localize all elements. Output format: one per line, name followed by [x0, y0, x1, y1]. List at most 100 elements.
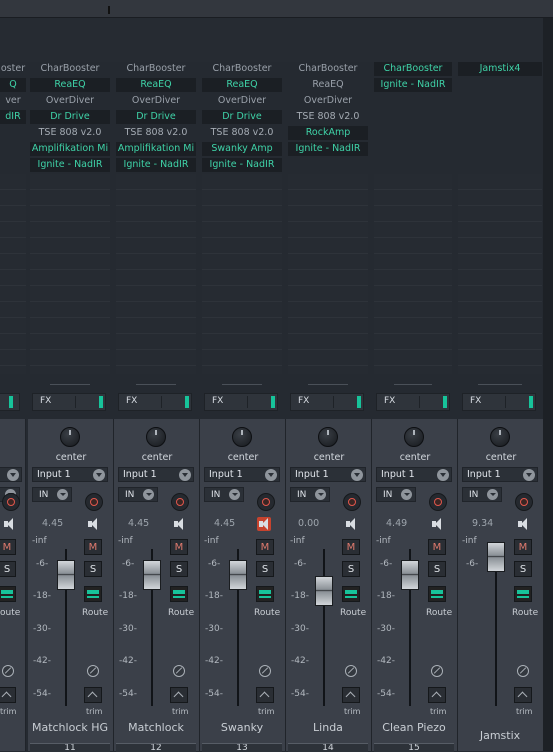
track-name[interactable]: Matchlock HG: [30, 721, 110, 734]
fx-slot[interactable]: Ignite - NadIR: [202, 158, 282, 172]
fx-bar[interactable]: FX: [204, 393, 278, 411]
solo-button[interactable]: S: [514, 561, 532, 577]
pan-knob[interactable]: [146, 427, 166, 447]
fx-slot[interactable]: TSE 808 v2.0: [116, 126, 196, 140]
trim-button[interactable]: [428, 687, 446, 703]
record-arm-button[interactable]: [257, 493, 275, 511]
route-button[interactable]: [0, 586, 16, 602]
fx-empty-slots[interactable]: [202, 174, 282, 374]
track-name[interactable]: Matchlock: [116, 721, 196, 734]
volume-fader[interactable]: [315, 576, 333, 606]
phase-icon[interactable]: [345, 665, 357, 677]
solo-button[interactable]: S: [428, 561, 446, 577]
speaker-icon[interactable]: [257, 517, 271, 531]
speaker-icon[interactable]: [430, 517, 444, 531]
input-select[interactable]: [0, 467, 22, 482]
route-button[interactable]: [170, 586, 188, 602]
in-select[interactable]: IN: [204, 487, 244, 502]
solo-button[interactable]: S: [84, 561, 102, 577]
mute-button[interactable]: M: [84, 539, 102, 555]
fx-slot[interactable]: Swanky Amp: [202, 142, 282, 156]
input-select[interactable]: Input 1: [290, 467, 366, 482]
fx-slot[interactable]: Amplifikation Mi: [30, 142, 110, 156]
fx-slot[interactable]: CharBooster: [374, 62, 452, 76]
track-name[interactable]: Linda: [288, 721, 368, 734]
track-name[interactable]: Jamstix: [460, 729, 540, 742]
record-arm-button[interactable]: [429, 493, 447, 511]
in-select[interactable]: IN: [118, 487, 158, 502]
fx-slot[interactable]: Ignite - NadIR: [374, 78, 452, 92]
fx-slot[interactable]: ReaEQ: [202, 78, 282, 92]
phase-icon[interactable]: [87, 665, 99, 677]
fx-slot[interactable]: Dr Drive: [30, 110, 110, 124]
solo-button[interactable]: S: [342, 561, 360, 577]
fx-slot[interactable]: CharBooster: [288, 62, 368, 76]
phase-icon[interactable]: [259, 665, 271, 677]
mute-button[interactable]: M: [256, 539, 274, 555]
trim-button[interactable]: [256, 687, 274, 703]
mute-button[interactable]: M: [0, 539, 16, 555]
solo-button[interactable]: S: [170, 561, 188, 577]
fx-bar[interactable]: FX: [462, 393, 536, 411]
fx-bar[interactable]: FX: [376, 393, 450, 411]
fx-slot[interactable]: OverDiver: [116, 94, 196, 108]
fx-slot[interactable]: OverDiver: [30, 94, 110, 108]
trim-button[interactable]: [84, 687, 102, 703]
fx-enable-led[interactable]: [99, 396, 103, 408]
pan-knob[interactable]: [318, 427, 338, 447]
trim-button[interactable]: [170, 687, 188, 703]
route-button[interactable]: [84, 586, 102, 602]
speaker-icon[interactable]: [2, 517, 16, 531]
track-name[interactable]: Clean Piezo: [374, 721, 454, 734]
input-select[interactable]: Input 1: [118, 467, 194, 482]
fx-enable-led[interactable]: [357, 396, 361, 408]
pan-knob[interactable]: [232, 427, 252, 447]
fx-empty-slots[interactable]: [0, 174, 26, 374]
in-select[interactable]: IN: [32, 487, 72, 502]
volume-fader[interactable]: [401, 560, 419, 590]
phase-icon[interactable]: [2, 665, 14, 677]
speaker-icon[interactable]: [344, 517, 358, 531]
fx-enable-led[interactable]: [443, 396, 447, 408]
mute-button[interactable]: M: [342, 539, 360, 555]
route-button[interactable]: [256, 586, 274, 602]
fx-enable-led[interactable]: [271, 396, 275, 408]
trim-button[interactable]: [0, 687, 16, 703]
fx-bar[interactable]: FX: [118, 393, 192, 411]
fx-slot[interactable]: Ignite - NadIR: [288, 142, 368, 156]
fx-slot[interactable]: TSE 808 v2.0: [288, 110, 368, 124]
fx-slot[interactable]: Jamstix4: [458, 62, 542, 76]
phase-icon[interactable]: [517, 665, 529, 677]
fx-slot[interactable]: Dr Drive: [202, 110, 282, 124]
in-select[interactable]: IN: [290, 487, 330, 502]
fx-empty-slots[interactable]: [288, 174, 368, 374]
fx-enable-led[interactable]: [529, 396, 533, 408]
fx-enable-led[interactable]: [185, 396, 189, 408]
record-arm-button[interactable]: [343, 493, 361, 511]
input-select[interactable]: Input 1: [376, 467, 452, 482]
fx-slot[interactable]: dIR: [0, 110, 26, 124]
fx-empty-slots[interactable]: [458, 174, 542, 374]
fx-slot[interactable]: CharBooster: [116, 62, 196, 76]
volume-fader[interactable]: [487, 542, 505, 572]
solo-button[interactable]: S: [0, 561, 16, 577]
record-arm-button[interactable]: [515, 493, 533, 511]
volume-fader[interactable]: [143, 560, 161, 590]
volume-fader[interactable]: [229, 560, 247, 590]
route-button[interactable]: [514, 586, 532, 602]
input-select[interactable]: Input 1: [462, 467, 538, 482]
phase-icon[interactable]: [173, 665, 185, 677]
record-arm-button[interactable]: [171, 493, 189, 511]
fx-slot[interactable]: ReaEQ: [30, 78, 110, 92]
trim-button[interactable]: [342, 687, 360, 703]
mute-button[interactable]: M: [514, 539, 532, 555]
fx-slot[interactable]: OverDiver: [288, 94, 368, 108]
phase-icon[interactable]: [431, 665, 443, 677]
mute-button[interactable]: M: [170, 539, 188, 555]
pan-knob[interactable]: [490, 427, 510, 447]
fx-empty-slots[interactable]: [374, 174, 452, 374]
fx-empty-slots[interactable]: [30, 174, 110, 374]
fx-slot[interactable]: ReaEQ: [288, 78, 368, 92]
fx-slot[interactable]: ver: [0, 94, 26, 108]
fx-slot[interactable]: ReaEQ: [116, 78, 196, 92]
